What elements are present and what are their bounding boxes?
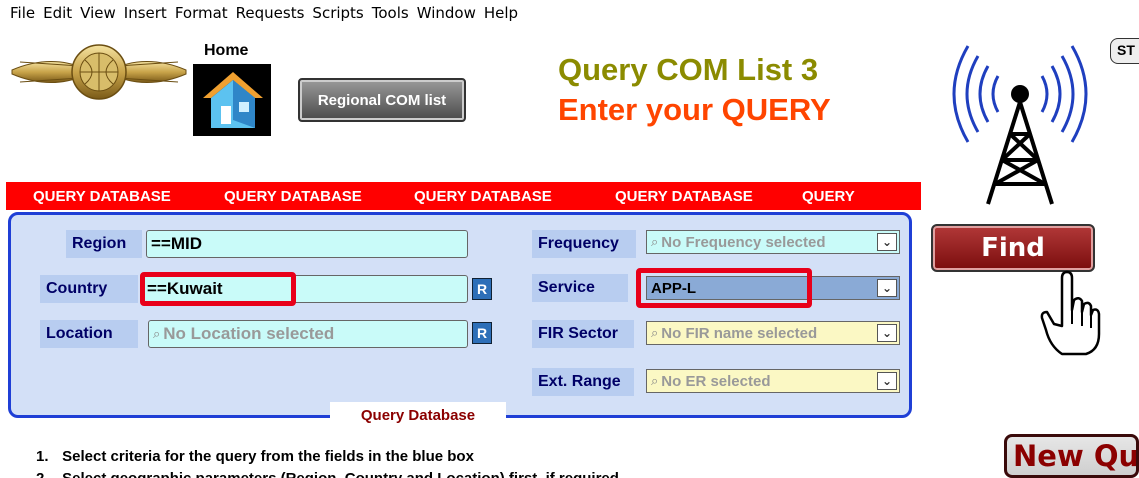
banner-item: QUERY DATABASE	[224, 187, 362, 205]
country-highlight-box	[140, 272, 296, 306]
pointing-hand-icon	[1040, 270, 1101, 356]
instruction-number: 1.	[36, 448, 49, 465]
search-icon: ⌕	[651, 325, 659, 340]
menu-view[interactable]: View	[80, 4, 116, 22]
chevron-down-icon[interactable]: ⌄	[877, 233, 897, 251]
home-label: Home	[204, 42, 249, 59]
st-button[interactable]: ST	[1110, 38, 1139, 64]
chevron-down-icon[interactable]: ⌄	[877, 324, 897, 342]
query-database-tab[interactable]: Query Database	[330, 402, 506, 428]
new-query-button[interactable]: New Query	[1004, 434, 1139, 478]
fir-sector-value: No FIR name selected	[661, 324, 818, 342]
instruction-number: 2.	[36, 470, 58, 478]
page-subtitle: Enter your QUERY	[558, 92, 831, 127]
chevron-down-icon[interactable]: ⌄	[877, 372, 897, 390]
regional-com-list-button[interactable]: Regional COM list	[298, 78, 466, 122]
location-label: Location	[40, 320, 138, 348]
chevron-down-icon[interactable]: ⌄	[877, 279, 897, 297]
service-highlight-box	[636, 268, 812, 308]
ext-range-label: Ext. Range	[532, 368, 634, 396]
region-label: Region	[66, 230, 142, 258]
menu-bar: File Edit View Insert Format Requests Sc…	[0, 0, 1139, 26]
menu-edit[interactable]: Edit	[43, 4, 72, 22]
banner-item: QUERY	[802, 187, 855, 205]
location-placeholder: No Location selected	[163, 324, 335, 343]
banner-item: QUERY DATABASE	[615, 187, 753, 205]
frequency-select[interactable]: ⌕ No Frequency selected ⌄	[646, 230, 900, 254]
service-label: Service	[532, 274, 628, 302]
find-button[interactable]: Find	[931, 224, 1095, 272]
frequency-value: No Frequency selected	[661, 233, 826, 251]
radio-tower-icon	[952, 45, 1088, 205]
banner-item: QUERY DATABASE	[33, 187, 171, 205]
instruction-text: Select geographic parameters (Region, Co…	[62, 470, 619, 478]
banner-item: QUERY DATABASE	[414, 187, 552, 205]
instruction-item: 1. Select criteria for the query from th…	[36, 448, 619, 470]
fir-sector-label: FIR Sector	[532, 320, 634, 348]
fir-sector-select[interactable]: ⌕ No FIR name selected ⌄	[646, 321, 900, 345]
home-icon[interactable]	[193, 64, 271, 136]
query-database-banner: QUERY DATABASE QUERY DATABASE QUERY DATA…	[6, 182, 921, 210]
location-r-button[interactable]: R	[472, 322, 492, 344]
menu-format[interactable]: Format	[175, 4, 228, 22]
country-r-button[interactable]: R	[472, 278, 492, 300]
menu-file[interactable]: File	[10, 4, 35, 22]
frequency-label: Frequency	[532, 230, 636, 258]
instruction-item: 2. Select geographic parameters (Region,…	[36, 470, 619, 478]
page-title: Query COM List 3	[558, 52, 819, 87]
menu-scripts[interactable]: Scripts	[312, 4, 363, 22]
search-icon: ⌕	[651, 373, 659, 388]
ext-range-value: No ER selected	[661, 372, 771, 390]
search-icon: ⌕	[153, 326, 161, 341]
menu-help[interactable]: Help	[484, 4, 518, 22]
search-icon: ⌕	[651, 234, 659, 249]
instruction-text: Select criteria for the query from the f…	[62, 448, 474, 465]
menu-tools[interactable]: Tools	[372, 4, 409, 22]
location-field[interactable]: ⌕ No Location selected	[148, 320, 468, 348]
country-label: Country	[40, 275, 138, 303]
ext-range-select[interactable]: ⌕ No ER selected ⌄	[646, 369, 900, 393]
instructions-list: 1. Select criteria for the query from th…	[36, 448, 619, 478]
menu-insert[interactable]: Insert	[124, 4, 167, 22]
menu-window[interactable]: Window	[417, 4, 476, 22]
icao-emblem-logo	[11, 44, 187, 100]
menu-requests[interactable]: Requests	[236, 4, 305, 22]
region-field[interactable]: ==MID	[146, 230, 468, 258]
